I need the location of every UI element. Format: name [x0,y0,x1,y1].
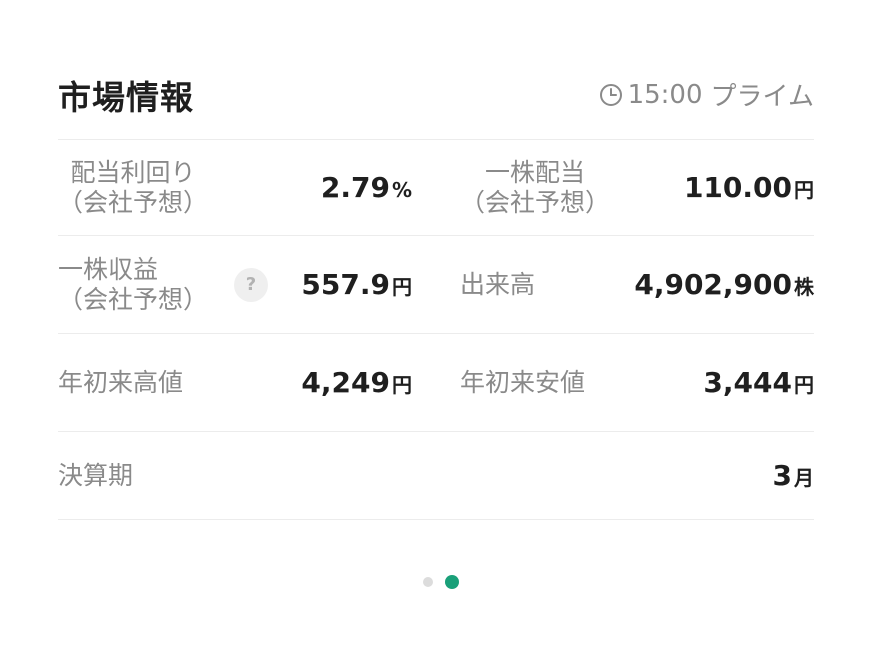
fiscal-period-value: 3月 [773,459,814,492]
ytd-low-label: 年初来安値 [460,367,586,397]
volume-label: 出来高 [460,269,536,299]
eps-unit: 円 [392,275,412,299]
ytd-low-value: 3,444 円 [703,366,814,399]
market-time-status: 15:00 プライム [598,76,814,113]
dividend-per-share-label: 一株配当 （会社予想） [460,158,610,218]
ytd-high-label: 年初来高値 [58,367,184,397]
eps-label-line1: 一株収益 [58,254,159,284]
dividend-per-share-label-line2: （会社予想） [460,187,611,217]
ytd-high-value: 4,249 円 [301,366,412,399]
eps-label: 一株収益 （会社予想） [58,255,208,315]
market-name: プライム [710,82,814,112]
page-dot-1[interactable] [423,577,433,587]
volume-number: 4,902,900 [634,268,792,301]
ytd-high-unit: 円 [392,373,412,397]
dividend-yield-number: 2.79 [320,171,390,204]
dividend-yield-label-line1: 配当利回り [70,157,196,187]
market-time: 15:00 [627,79,703,110]
dividend-per-share-label-line1: 一株配当 [485,157,586,187]
ytd-low-cell: 年初来安値 3,444 円 [412,334,814,431]
eps-cell: 一株収益 （会社予想） ? 557.9 円 [58,236,412,333]
clock-icon [598,82,624,108]
ytd-high-cell: 年初来高値 4,249 円 [58,334,412,431]
page-title: 市場情報 [58,77,194,117]
dividend-yield-label-line2: （会社予想） [58,187,209,217]
eps-value: 557.9 円 [301,268,412,301]
dividend-per-share-number: 110.00 [683,171,792,204]
fiscal-period-number: 3 [772,459,792,492]
info-row: 一株収益 （会社予想） ? 557.9 円 出来高 4,902,900 株 [58,236,814,334]
dividend-yield-label: 配当利回り （会社予想） [58,158,208,218]
ytd-low-unit: 円 [794,373,814,397]
dividend-yield-value: 2.79% [321,171,412,204]
fiscal-period-cell: 決算期 3月 [58,432,814,519]
ytd-low-number: 3,444 [703,366,792,399]
info-row: 決算期 3月 [58,432,814,520]
dividend-per-share-cell: 一株配当 （会社予想） 110.00 円 [412,140,814,235]
dividend-yield-unit: % [391,178,412,202]
fiscal-period-label: 決算期 [58,460,134,490]
card-header: 市場情報 15:00 プライム [58,60,814,140]
help-icon[interactable]: ? [234,267,269,302]
volume-value: 4,902,900 株 [634,268,814,301]
dividend-yield-cell: 配当利回り （会社予想） 2.79% [58,140,412,235]
info-row: 配当利回り （会社予想） 2.79% 一株配当 （会社予想） 110.00 円 [58,140,814,236]
dividend-per-share-unit: 円 [794,178,814,202]
info-row: 年初来高値 4,249 円 年初来安値 3,444 円 [58,334,814,432]
eps-number: 557.9 [301,268,390,301]
volume-cell: 出来高 4,902,900 株 [412,236,814,333]
dividend-per-share-value: 110.00 円 [684,171,814,204]
volume-unit: 株 [794,275,814,299]
market-info-card: 市場情報 15:00 プライム 配当利回り （会社予想） 2.79% 一株配当 [58,60,814,520]
eps-label-group: 一株収益 （会社予想） ? [58,255,269,315]
fiscal-period-unit: 月 [794,466,814,490]
pagination-dots [0,575,870,589]
ytd-high-number: 4,249 [301,366,390,399]
eps-label-line2: （会社予想） [58,284,209,314]
page-dot-2-active[interactable] [445,575,459,589]
